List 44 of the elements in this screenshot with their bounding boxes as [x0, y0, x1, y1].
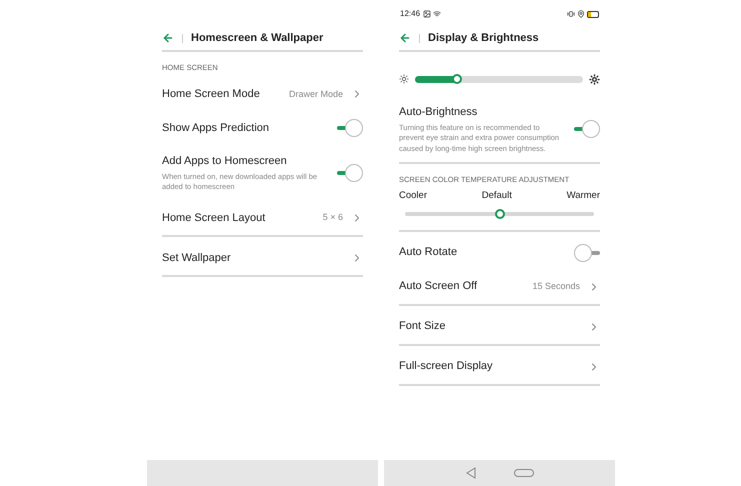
home-icon[interactable]: [514, 469, 534, 477]
row-label: Show Apps Prediction: [162, 121, 270, 136]
settings-row[interactable]: Set Wallpaper: [162, 240, 363, 275]
image-icon: [423, 10, 432, 18]
toggle-switch[interactable]: [337, 119, 363, 138]
temperature-label: Cooler: [399, 189, 427, 204]
row-label: Home Screen Mode: [162, 87, 261, 102]
row-label: Full-screen Display: [399, 359, 494, 374]
back-arrow-icon[interactable]: [162, 32, 174, 44]
vibrate-icon: [567, 10, 575, 18]
back-icon[interactable]: [466, 467, 476, 479]
settings-row[interactable]: Home Screen Layout 5 × 6: [162, 200, 363, 235]
screen-title: Display & Brightness: [428, 30, 539, 46]
screen-title: Homescreen & Wallpaper: [191, 30, 324, 46]
dim-sun-icon: [399, 74, 409, 84]
bright-sun-icon: [589, 74, 600, 84]
temperature-label: Default: [482, 189, 512, 204]
slider-track[interactable]: [415, 76, 583, 82]
row-label: Auto Screen Off: [399, 279, 478, 294]
settings-row[interactable]: Auto Screen Off 15 Seconds: [399, 270, 600, 304]
toggle-switch[interactable]: [574, 120, 600, 138]
location-icon: [577, 10, 585, 18]
slider-thumb[interactable]: [452, 74, 462, 84]
row-value: Drawer Mode: [288, 88, 343, 100]
row-label: Add Apps to Homescreen: [162, 154, 288, 170]
wifi-icon: [433, 10, 442, 18]
row-value: 5 × 6: [322, 211, 343, 224]
row-value: 15 Seconds: [532, 280, 580, 293]
row-label: Auto Rotate: [399, 245, 458, 260]
slider-thumb[interactable]: [494, 208, 504, 218]
row-label: Home Screen Layout: [162, 210, 266, 226]
toggle-switch[interactable]: [337, 164, 363, 182]
row-label: Font Size: [399, 319, 446, 334]
status-time: 12:46: [400, 8, 420, 20]
toggle-switch[interactable]: [574, 244, 600, 262]
temperature-label: Warmer: [566, 189, 600, 204]
row-label: Auto-Brightness: [399, 105, 478, 120]
back-arrow-icon[interactable]: [399, 32, 411, 44]
slider-track[interactable]: [405, 212, 594, 216]
settings-row[interactable]: Home Screen Mode Drawer Mode: [162, 77, 363, 112]
battery-icon: [587, 10, 599, 18]
settings-row[interactable]: Full-screen Display: [399, 350, 600, 384]
row-label: Set Wallpaper: [162, 250, 232, 266]
settings-row[interactable]: Font Size: [399, 310, 600, 344]
